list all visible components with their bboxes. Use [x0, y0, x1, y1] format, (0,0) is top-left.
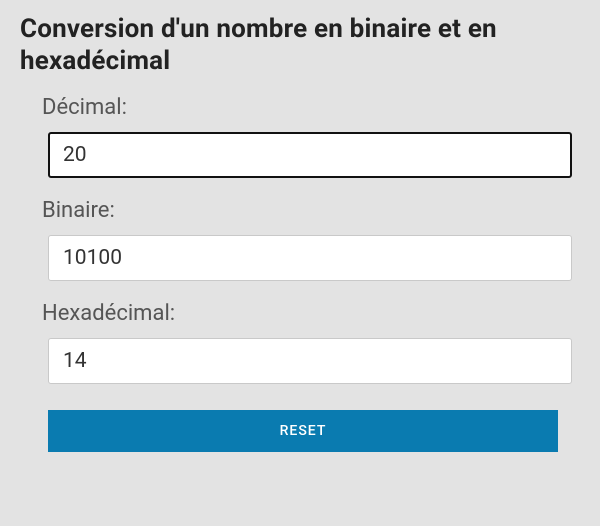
binary-input[interactable] — [48, 235, 572, 281]
binary-field-block: Binaire: — [20, 198, 580, 281]
reset-button[interactable]: RESET — [48, 410, 558, 452]
hex-label: Hexadécimal: — [42, 301, 572, 326]
decimal-input[interactable] — [48, 132, 572, 178]
decimal-field-block: Décimal: — [20, 95, 580, 178]
hex-input[interactable] — [48, 338, 572, 384]
page-title: Conversion d'un nombre en binaire et en … — [20, 14, 580, 77]
decimal-label: Décimal: — [42, 95, 572, 120]
hex-field-block: Hexadécimal: — [20, 301, 580, 384]
binary-label: Binaire: — [42, 198, 572, 223]
